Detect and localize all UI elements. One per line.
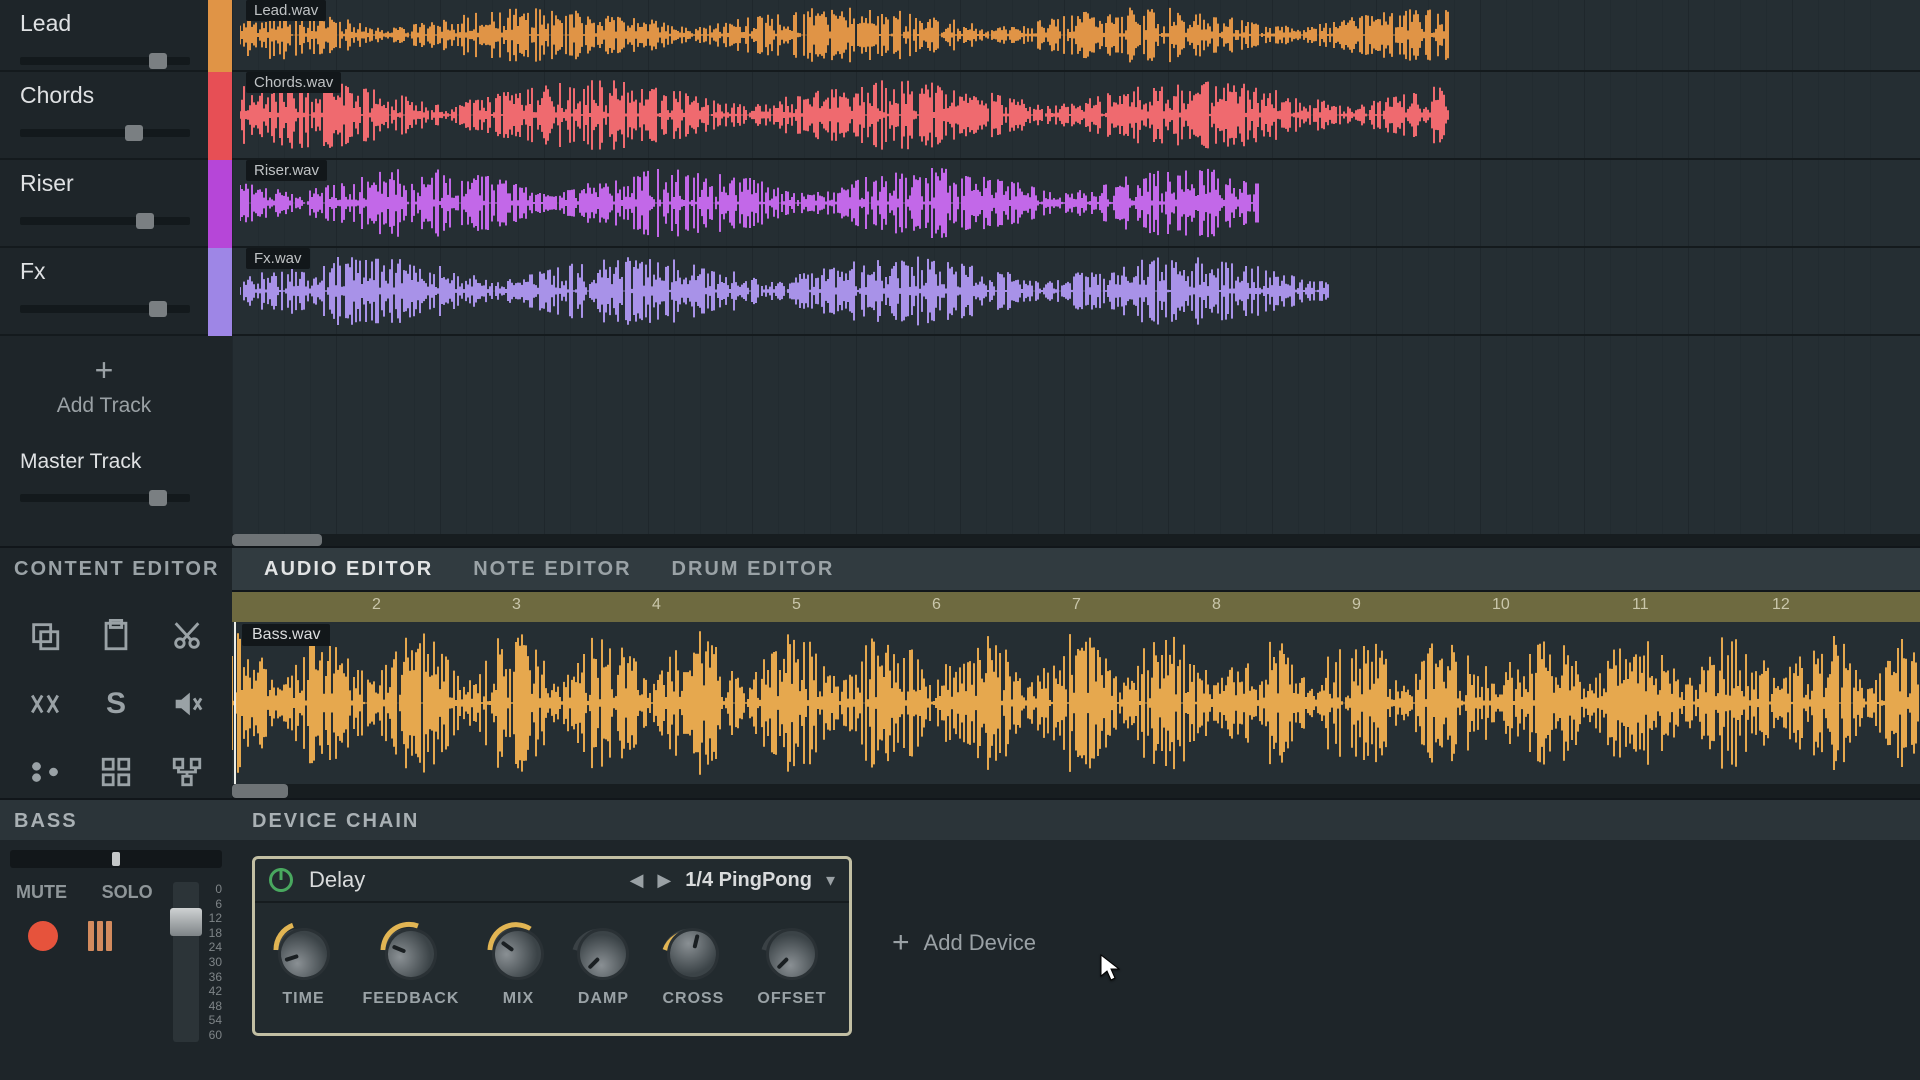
paste-icon[interactable] xyxy=(85,606,148,666)
solo-button[interactable]: SOLO xyxy=(102,882,153,903)
track-list: Lead Chords Riser Fx + Add Track Master … xyxy=(0,0,208,546)
track-header-fx[interactable]: Fx xyxy=(0,248,208,336)
chevron-down-icon[interactable]: ▾ xyxy=(826,870,835,891)
master-track[interactable]: Master Track xyxy=(0,436,208,518)
device-name: Delay xyxy=(309,867,365,893)
automation-icon[interactable] xyxy=(14,742,77,802)
solo-icon[interactable]: S xyxy=(85,674,148,734)
clip-filename: Lead.wav xyxy=(246,0,326,21)
midi-input-button[interactable] xyxy=(88,921,120,951)
device-power-button[interactable] xyxy=(269,868,293,892)
routing-icon[interactable] xyxy=(155,742,218,802)
audio-editor-tools: S xyxy=(0,590,232,798)
copy-icon[interactable] xyxy=(14,606,77,666)
record-arm-button[interactable] xyxy=(28,921,58,951)
meter-scale: 06121824303642485460 xyxy=(209,882,222,1042)
content-editor-label: CONTENT EDITOR xyxy=(0,546,232,590)
knob-offset[interactable]: OFFSET xyxy=(757,928,826,1008)
audio-clip-name: Bass.wav xyxy=(242,624,330,646)
preset-next-icon[interactable]: ▶ xyxy=(657,870,671,891)
arrangement-timeline[interactable]: Lead.wav Chords.wav Riser.wav Fx.wav xyxy=(232,0,1920,546)
clip[interactable]: Riser.wav xyxy=(240,164,1260,242)
clip-filename: Riser.wav xyxy=(246,160,327,181)
knob-label: CROSS xyxy=(662,990,724,1008)
knob-damp[interactable]: DAMP xyxy=(577,928,629,1008)
add-track-button[interactable]: + Add Track xyxy=(0,336,208,436)
device-chain-label: DEVICE CHAIN xyxy=(232,798,1920,840)
knob-time[interactable]: TIME xyxy=(278,928,330,1008)
add-device-label: Add Device xyxy=(924,930,1037,956)
cut-icon[interactable] xyxy=(155,606,218,666)
arrangement-area: Lead Chords Riser Fx + Add Track Master … xyxy=(0,0,1920,546)
add-track-label: Add Track xyxy=(57,394,152,418)
plus-icon: + xyxy=(892,926,910,960)
track-name: Riser xyxy=(20,170,190,197)
track-header-lead[interactable]: Lead xyxy=(0,0,208,72)
mute-icon[interactable] xyxy=(155,674,218,734)
volume-fader[interactable] xyxy=(173,882,199,1042)
crossfade-icon[interactable] xyxy=(14,674,77,734)
editor-tabs: AUDIO EDITOR NOTE EDITOR DRUM EDITOR xyxy=(232,546,1920,590)
plus-icon: + xyxy=(95,354,114,386)
knob-label: DAMP xyxy=(578,990,629,1008)
playhead[interactable] xyxy=(234,622,236,784)
master-track-label: Master Track xyxy=(20,450,190,474)
track-header-chords[interactable]: Chords xyxy=(0,72,208,160)
tab-drum-editor[interactable]: DRUM EDITOR xyxy=(672,558,835,581)
clip-filename: Chords.wav xyxy=(246,72,341,93)
track-volume-slider[interactable] xyxy=(20,217,190,225)
tab-note-editor[interactable]: NOTE EDITOR xyxy=(473,558,631,581)
device-channel-name: BASS xyxy=(0,798,232,840)
track-name: Chords xyxy=(20,82,190,109)
preset-selector[interactable]: 1/4 PingPong xyxy=(685,869,812,892)
add-device-button[interactable]: + Add Device xyxy=(892,926,1036,960)
audio-editor-waveform[interactable]: Bass.wav xyxy=(232,622,1920,784)
clip[interactable]: Fx.wav xyxy=(240,252,1330,330)
knob-label: OFFSET xyxy=(757,990,826,1008)
grid-icon[interactable] xyxy=(85,742,148,802)
audio-editor-ruler[interactable]: 23456789101112 xyxy=(232,590,1920,622)
knob-mix[interactable]: MIX xyxy=(492,928,544,1008)
track-name: Lead xyxy=(20,10,190,37)
pan-slider[interactable] xyxy=(10,850,222,868)
tab-audio-editor[interactable]: AUDIO EDITOR xyxy=(264,558,433,581)
track-volume-slider[interactable] xyxy=(20,129,190,137)
knob-label: FEEDBACK xyxy=(363,990,460,1008)
track-color-strip xyxy=(208,0,232,546)
track-volume-slider[interactable] xyxy=(20,57,190,65)
knob-label: MIX xyxy=(503,990,534,1008)
mute-button[interactable]: MUTE xyxy=(16,882,67,903)
device-chain-area: Delay ◀ ▶ 1/4 PingPong ▾ TIME FEEDBACK MIX… xyxy=(232,840,1920,1080)
audio-editor-scrollbar[interactable] xyxy=(232,784,1920,798)
clip-filename: Fx.wav xyxy=(246,248,310,269)
track-name: Fx xyxy=(20,258,190,285)
clip[interactable]: Chords.wav xyxy=(240,76,1450,154)
device-delay[interactable]: Delay ◀ ▶ 1/4 PingPong ▾ TIME FEEDBACK MIX… xyxy=(252,856,852,1036)
knob-cross[interactable]: CROSS xyxy=(662,928,724,1008)
audio-editor-pane: 23456789101112 Bass.wav xyxy=(232,590,1920,798)
clip[interactable]: Lead.wav xyxy=(240,4,1450,66)
track-header-riser[interactable]: Riser xyxy=(0,160,208,248)
knob-feedback[interactable]: FEEDBACK xyxy=(363,928,460,1008)
knob-label: TIME xyxy=(282,990,324,1008)
channel-strip: MUTE SOLO 06121824303642485460 xyxy=(0,840,232,1080)
preset-prev-icon[interactable]: ◀ xyxy=(630,870,644,891)
arrangement-scrollbar[interactable] xyxy=(232,534,1920,546)
master-volume-slider[interactable] xyxy=(20,494,190,502)
track-volume-slider[interactable] xyxy=(20,305,190,313)
